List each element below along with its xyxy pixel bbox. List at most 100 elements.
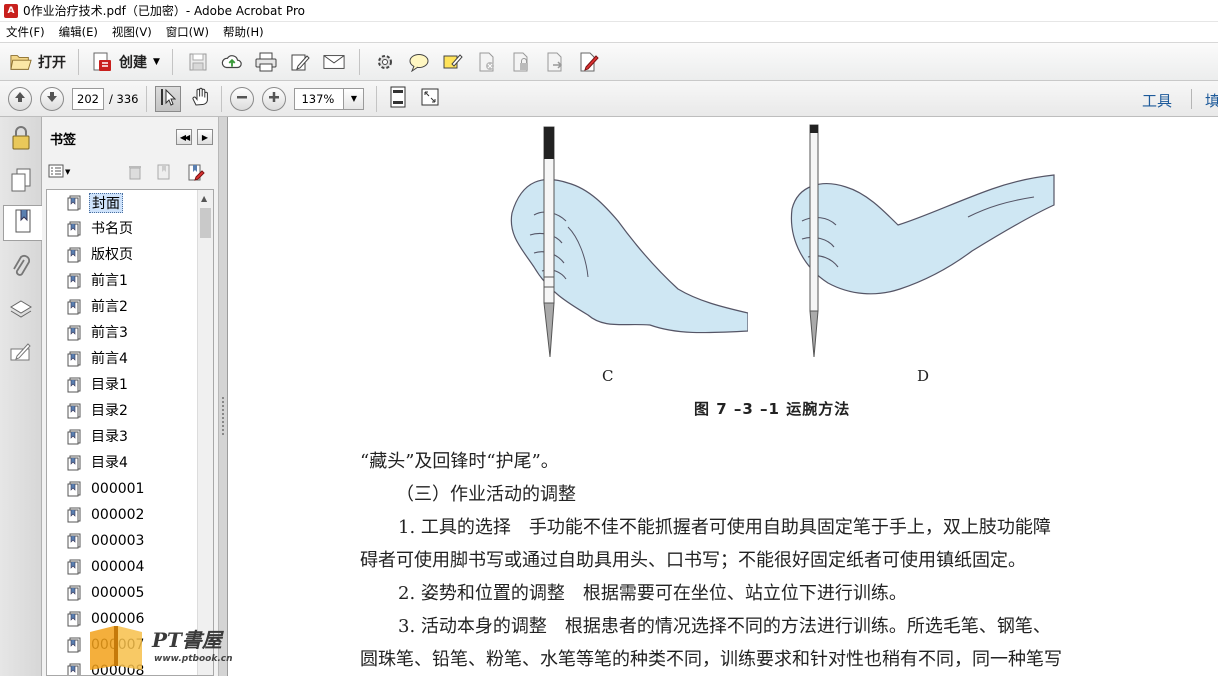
print-icon[interactable] (255, 51, 277, 73)
rail-attachments[interactable] (4, 249, 38, 285)
plus-icon (268, 91, 280, 106)
bookmark-item[interactable]: 版权页 (67, 244, 135, 266)
body-line-7: 圆珠笔、铅笔、粉笔、水笔等笔的种类不同，训练要求和针对性也稍有不同，同一种笔写 (360, 649, 1062, 670)
rail-bookmarks[interactable] (3, 205, 43, 241)
bookmark-page-icon (67, 559, 81, 575)
bookmark-item[interactable]: 000002 (67, 504, 146, 526)
bookmark-item[interactable]: 000003 (67, 530, 146, 552)
bookmark-label: 目录4 (91, 455, 128, 471)
fit-page-button[interactable] (385, 86, 411, 112)
bookmark-item[interactable]: 前言2 (67, 296, 130, 318)
bookmark-item[interactable]: 000004 (67, 556, 146, 578)
pdf-page: C D 图 7 –3 –1 运腕方法 “藏头”及回锋时“护尾”。 （三）作业活动… (228, 117, 1218, 676)
menu-edit[interactable]: 编辑(E) (59, 23, 98, 41)
scroll-up-arrow-icon[interactable]: ▲ (201, 194, 207, 203)
panel-splitter[interactable] (218, 117, 228, 676)
menu-window[interactable]: 窗口(W) (166, 23, 209, 41)
bookmark-label: 目录3 (91, 429, 128, 445)
bookmark-label: 封面 (89, 193, 123, 213)
window-title: 0作业治疗技术.pdf（已加密）- Adobe Acrobat Pro (23, 4, 305, 18)
gear-icon[interactable] (374, 51, 396, 73)
hand-tool-button[interactable] (187, 86, 213, 112)
page-total: / 336 (109, 91, 139, 106)
full-screen-button[interactable] (417, 86, 443, 112)
bookmark-tag-icon[interactable] (187, 164, 205, 185)
next-page-button[interactable] (40, 86, 64, 111)
body-line-6: 3. 活动本身的调整 根据患者的情况选择不同的方法进行训练。所选毛笔、钢笔、 (398, 616, 1051, 637)
prev-page-button[interactable] (8, 86, 32, 111)
paperclip-icon (12, 254, 30, 281)
bookmark-item[interactable]: 书名页 (67, 218, 135, 240)
bookmark-item[interactable]: 前言4 (67, 348, 130, 370)
document-view[interactable]: C D 图 7 –3 –1 运腕方法 “藏头”及回锋时“护尾”。 （三）作业活动… (228, 117, 1218, 676)
zoom-out-button[interactable] (230, 86, 255, 111)
page-number-input[interactable]: 202 (72, 87, 104, 110)
rail-signatures[interactable] (4, 335, 38, 371)
tools-pane-link[interactable]: 工具 (1142, 90, 1172, 111)
collapse-panel-button[interactable]: ◀◀ (176, 129, 192, 145)
trash-icon[interactable] (128, 164, 142, 183)
fit-page-icon (389, 86, 407, 111)
figure-hand-c (510, 126, 748, 358)
bookmark-page-icon (67, 195, 81, 211)
bookmark-item[interactable]: 000001 (67, 478, 146, 500)
highlight-icon[interactable] (442, 51, 464, 73)
acrobat-app-icon: A (4, 3, 18, 18)
bookmark-item[interactable]: 目录2 (67, 400, 130, 422)
comment-icon[interactable] (408, 51, 430, 73)
bookmark-item[interactable]: 目录4 (67, 452, 130, 474)
bookmark-item[interactable]: 目录3 (67, 426, 130, 448)
open-label: 打开 (38, 54, 66, 71)
bookmark-page-icon (67, 507, 81, 523)
edit-pen-icon[interactable] (289, 51, 311, 73)
menu-help[interactable]: 帮助(H) (223, 23, 264, 41)
menu-file[interactable]: 文件(F) (6, 23, 45, 41)
bookmark-page-icon (67, 299, 81, 315)
rail-page-thumbnails[interactable] (4, 163, 38, 199)
bookmark-page-icon (67, 403, 81, 419)
open-button[interactable]: 打开 (6, 47, 70, 77)
bookmark-page-icon (67, 377, 81, 393)
bookmark-page-icon (67, 611, 81, 627)
rail-security[interactable] (4, 121, 38, 157)
bookmark-label: 目录2 (91, 403, 128, 419)
bookmark-item[interactable]: 前言3 (67, 322, 130, 344)
bookmark-item[interactable]: 前言1 (67, 270, 130, 292)
doc-lock-icon[interactable] (510, 51, 532, 73)
new-bookmark-icon[interactable] (156, 164, 172, 183)
bookmark-label: 版权页 (91, 247, 133, 263)
email-icon[interactable] (323, 51, 345, 73)
watermark-logo: PT書屋 www.ptbook.cn (88, 622, 258, 672)
rail-layers[interactable] (4, 293, 38, 329)
bookmark-label: 000001 (91, 481, 145, 497)
menu-view[interactable]: 视图(V) (112, 23, 152, 41)
bookmark-item[interactable]: 000005 (67, 582, 146, 604)
bookmark-page-icon (67, 351, 81, 367)
zoom-level-input[interactable]: 137% (294, 87, 345, 110)
bookmark-item[interactable]: 封面 (67, 192, 123, 214)
scroll-thumb[interactable] (200, 208, 211, 238)
fill-sign-link[interactable]: 填 (1205, 90, 1218, 111)
doc-remove-icon[interactable] (476, 51, 498, 73)
bookmark-list[interactable]: 0000080000070000060000050000040000030000… (46, 189, 214, 676)
doc-export-icon[interactable] (544, 51, 566, 73)
panel-options-button[interactable]: ▶ (197, 129, 213, 145)
create-pdf-icon (91, 51, 113, 73)
zoom-dropdown-button[interactable]: ▼ (344, 87, 365, 110)
bookmark-page-icon (67, 663, 81, 675)
zoom-in-button[interactable] (262, 86, 287, 111)
bookmark-options-button[interactable]: ▼ (48, 164, 70, 181)
toolbar-separator (221, 85, 223, 112)
body-line-5: 2. 姿势和位置的调整 根据需要可在坐位、站立位下进行训练。 (398, 583, 907, 604)
create-button[interactable]: 创建 ▼ (87, 47, 164, 77)
bookmark-list-scrollbar[interactable]: ▲ (197, 190, 213, 675)
splitter-grip[interactable] (222, 397, 224, 437)
doc-sign-icon[interactable] (578, 51, 600, 73)
select-tool-button[interactable] (155, 85, 182, 112)
bookmark-item[interactable]: 目录1 (67, 374, 130, 396)
toolbar-separator (78, 48, 79, 75)
bookmark-page-icon (67, 221, 81, 237)
save-icon[interactable] (187, 51, 209, 73)
bookmark-page-icon (67, 455, 81, 471)
upload-cloud-icon[interactable] (221, 51, 243, 73)
